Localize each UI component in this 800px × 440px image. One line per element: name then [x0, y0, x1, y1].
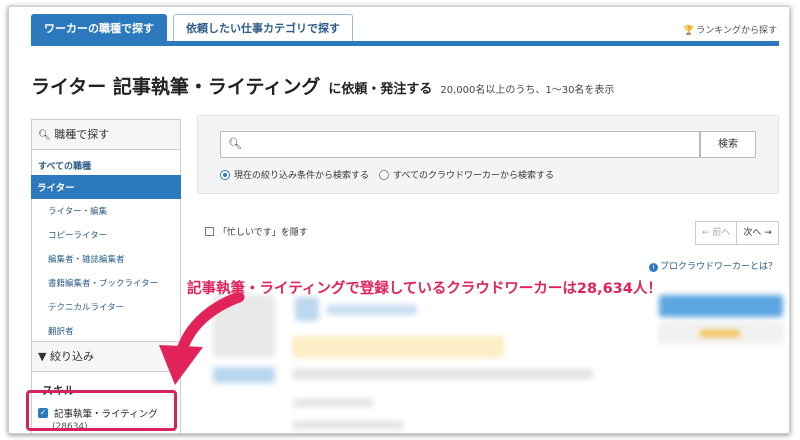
- hide-busy-toggle[interactable]: 「忙しいです」を隠す: [205, 225, 308, 238]
- search-button[interactable]: 検索: [700, 131, 756, 158]
- worker-detail-line: [293, 421, 403, 429]
- pro-worker-info-link[interactable]: i プロクラウドワーカーとは？: [648, 259, 777, 272]
- sidebar-item-writer[interactable]: ライター: [31, 175, 181, 199]
- page-title: ライター 記事執筆・ライティング: [31, 76, 321, 98]
- scope-option-all[interactable]: すべてのクラウドワーカーから検索する: [379, 168, 554, 181]
- search-scope-options: 現在の絞り込み条件から検索する すべてのクラウドワーカーから検索する: [220, 168, 564, 181]
- sidebar-item[interactable]: 書籍編集者・ブックライター: [32, 271, 180, 295]
- worker-icon: [295, 297, 319, 321]
- filter-icon: ▼: [38, 350, 47, 363]
- sidebar-item[interactable]: コピーライター: [32, 223, 180, 247]
- scope-option-all-label: すべてのクラウドワーカーから検索する: [393, 171, 555, 181]
- search-mode-tabs: ワーカーの職種で探す 依頼したい仕事カテゴリで探す: [31, 14, 359, 42]
- worker-detail-line: [293, 369, 593, 379]
- sidebar-item[interactable]: ライター・編集: [32, 199, 180, 223]
- ranking-link-label: ランキングから探す: [696, 26, 777, 36]
- request-worker-button[interactable]: [659, 295, 783, 317]
- occupation-sidebar-title: 職種で探す: [54, 128, 110, 141]
- occupation-sidebar-header: 🔍︎ 職種で探す: [32, 120, 180, 150]
- page-title-suffix: に依頼・発注する: [328, 82, 433, 97]
- info-icon: i: [648, 263, 658, 272]
- radio-unselected-icon[interactable]: [379, 169, 390, 180]
- tab-search-by-category[interactable]: 依頼したい仕事カテゴリで探す: [173, 14, 353, 42]
- ranking-link[interactable]: 🏆 ランキングから探す: [683, 23, 777, 36]
- scope-option-current-label: 現在の絞り込み条件から検索する: [234, 171, 370, 181]
- screenshot-frame: ワーカーの職種で探す 依頼したい仕事カテゴリで探す 🏆 ランキングから探す ライタ…: [8, 6, 790, 434]
- radio-selected-icon[interactable]: [220, 169, 230, 180]
- annotation-text: 記事執筆・ライティングで登録しているクラウドワーカーは28,634人！: [187, 281, 662, 297]
- search-icon: 🔍︎: [38, 130, 51, 141]
- pagination: ← 前へ 次へ →: [695, 221, 779, 245]
- worker-secondary-button[interactable]: [659, 323, 783, 343]
- page-title-row: ライター 記事執筆・ライティング に依頼・発注する 20,000名以上のうち、1…: [31, 72, 614, 99]
- sidebar-item[interactable]: 編集者・雑誌編集者: [32, 247, 180, 271]
- next-page-button[interactable]: 次へ →: [737, 221, 779, 245]
- search-panel: 🔍︎ 検索 現在の絞り込み条件から検索する すべてのクラウドワーカーから検索する: [197, 115, 779, 194]
- hide-busy-label: 「忙しいです」を隠す: [218, 228, 308, 238]
- filter-panel-title: 絞り込み: [49, 350, 94, 363]
- worker-name[interactable]: [327, 305, 417, 315]
- prev-page-button[interactable]: ← 前へ: [695, 221, 738, 245]
- worker-rating-badge: [293, 337, 503, 357]
- checkbox-unchecked-icon[interactable]: [205, 227, 214, 236]
- trophy-icon: 🏆: [683, 26, 695, 36]
- search-icon: 🔍︎: [228, 137, 242, 150]
- tab-search-by-occupation[interactable]: ワーカーの職種で探す: [31, 14, 167, 42]
- annotation-arrow-icon: [159, 293, 245, 385]
- worker-detail-line: [293, 399, 373, 407]
- search-input[interactable]: 🔍︎: [220, 131, 700, 158]
- result-count: 20,000名以上のうち、1〜30名を表示: [440, 85, 615, 96]
- highlight-frame: [26, 390, 177, 431]
- tab-underline-bar: [31, 41, 779, 46]
- pro-worker-info-label: プロクラウドワーカーとは？: [659, 262, 777, 272]
- scope-option-current[interactable]: 現在の絞り込み条件から検索する: [220, 168, 369, 181]
- sidebar-item-all[interactable]: すべての職種: [32, 150, 180, 175]
